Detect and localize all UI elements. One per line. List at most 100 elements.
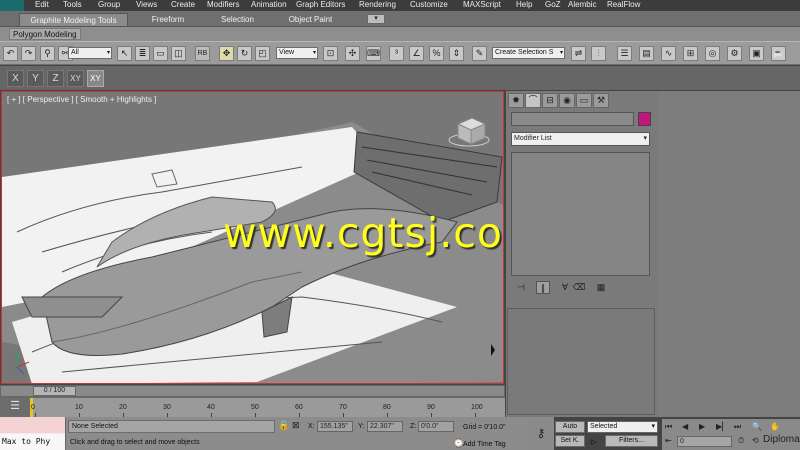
- manipulate-icon[interactable]: ✣: [345, 46, 360, 61]
- next-frame-icon[interactable]: ▶▏: [716, 422, 728, 431]
- select-object-icon[interactable]: ↖: [117, 46, 132, 61]
- pin-stack-icon[interactable]: ⊣: [514, 281, 528, 294]
- zoom-icon[interactable]: 🔍: [752, 422, 762, 431]
- key-filter-select[interactable]: Selected ▾: [587, 421, 658, 433]
- tab-object-paint[interactable]: Object Paint: [280, 13, 341, 26]
- rendered-frame-icon[interactable]: ▣: [749, 46, 764, 61]
- pivot-icon[interactable]: ⊡: [323, 46, 338, 61]
- render-setup-icon[interactable]: ⚙: [727, 46, 742, 61]
- absolute-mode-icon[interactable]: ⊠: [292, 420, 300, 431]
- make-unique-icon[interactable]: ∀: [558, 281, 572, 294]
- tab-graphite-modeling-tools[interactable]: Graphite Modeling Tools: [19, 13, 128, 26]
- render-icon[interactable]: ☕: [771, 46, 786, 61]
- material-editor-icon[interactable]: ◎: [705, 46, 720, 61]
- snap-toggle-icon[interactable]: ³: [389, 46, 404, 61]
- axis-x-button[interactable]: X: [7, 70, 24, 87]
- ribbon-options-dropdown[interactable]: ▾: [367, 14, 385, 24]
- maxscript-output-line[interactable]: [0, 417, 65, 433]
- viewcube-icon[interactable]: [448, 117, 490, 147]
- axis-y-button[interactable]: Y: [27, 70, 44, 87]
- motion-tab-icon[interactable]: ◉: [559, 93, 575, 108]
- undo-icon[interactable]: ↶: [3, 46, 18, 61]
- utilities-tab-icon[interactable]: ⚒: [593, 93, 609, 108]
- perspective-viewport[interactable]: [ + ] [ Perspective ] [ Smooth + Highlig…: [1, 91, 504, 384]
- angle-snap-icon[interactable]: ∠: [409, 46, 424, 61]
- current-frame-field[interactable]: 0: [677, 436, 732, 447]
- viewport-label[interactable]: [ + ] [ Perspective ] [ Smooth + Highlig…: [7, 95, 156, 104]
- menu-item-edit[interactable]: Edit: [35, 0, 49, 10]
- pan-icon[interactable]: ✋: [770, 422, 780, 431]
- orbit-icon[interactable]: ⟲: [752, 436, 759, 445]
- keyboard-shortcut-icon[interactable]: ⌨: [366, 46, 381, 61]
- modifier-list-dropdown[interactable]: Modifier List ▾: [511, 132, 650, 146]
- play-icon[interactable]: ▶: [699, 422, 705, 431]
- time-config-icon[interactable]: ⏱: [738, 436, 744, 446]
- go-to-start-icon[interactable]: ⏮: [665, 422, 672, 432]
- rb-icon[interactable]: RB: [195, 46, 210, 61]
- link-icon[interactable]: ⚲: [40, 46, 55, 61]
- edit-named-selection-icon[interactable]: ✎: [472, 46, 487, 61]
- scale-icon[interactable]: ◰: [255, 46, 270, 61]
- y-coord-field[interactable]: 22.307": [367, 421, 403, 432]
- curve-editor-icon[interactable]: ∿: [661, 46, 676, 61]
- app-logo-icon[interactable]: [0, 0, 24, 11]
- selection-lock-icon[interactable]: 🔒: [278, 420, 289, 431]
- select-by-name-icon[interactable]: ≣: [135, 46, 150, 61]
- menu-item-group[interactable]: Group: [98, 0, 120, 10]
- ribbon-panel-label[interactable]: Polygon Modeling: [9, 28, 81, 40]
- menu-item-maxscript[interactable]: MAXScript: [463, 0, 501, 10]
- menu-item-animation[interactable]: Animation: [251, 0, 287, 10]
- key-filters-button[interactable]: Filters...: [605, 435, 658, 447]
- track-bar-toggle-icon[interactable]: ☰: [0, 397, 30, 417]
- rotate-icon[interactable]: ↻: [237, 46, 252, 61]
- spinner-snap-icon[interactable]: ⇕: [449, 46, 464, 61]
- move-icon[interactable]: ✥: [219, 46, 234, 61]
- set-key-button[interactable]: Set K.: [555, 435, 585, 447]
- key-mode-icon[interactable]: ⊳: [590, 437, 598, 448]
- menu-item-create[interactable]: Create: [171, 0, 195, 10]
- maxscript-mini-listener[interactable]: Max to Phy: [0, 417, 65, 450]
- previous-frame-icon[interactable]: ◀: [682, 422, 688, 431]
- mirror-icon[interactable]: ⇌: [571, 46, 586, 61]
- align-icon[interactable]: ⫶: [591, 46, 606, 61]
- selection-filter-select[interactable]: All ▾: [68, 47, 112, 59]
- modify-tab-icon[interactable]: ⌒: [525, 93, 541, 108]
- percent-snap-icon[interactable]: %: [429, 46, 444, 61]
- menu-item-realflow[interactable]: RealFlow: [607, 0, 640, 10]
- tab-selection[interactable]: Selection: [210, 13, 265, 26]
- schematic-view-icon[interactable]: ⊞: [683, 46, 698, 61]
- axis-xy-planes-button[interactable]: XY: [87, 70, 104, 87]
- menu-item-modifiers[interactable]: Modifiers: [207, 0, 239, 10]
- menu-item-alembic[interactable]: Alembic: [568, 0, 596, 10]
- tab-freeform[interactable]: Freeform: [140, 13, 196, 26]
- reference-coord-select[interactable]: View ▾: [276, 47, 318, 59]
- modifier-stack[interactable]: [511, 152, 650, 276]
- layer-manager-icon[interactable]: ☰: [617, 46, 632, 61]
- menu-item-help[interactable]: Help: [516, 0, 532, 10]
- object-color-swatch[interactable]: [638, 112, 651, 126]
- track-bar[interactable]: 0 10 20 30 40 50 60 70 80 90 100: [30, 397, 505, 418]
- x-coord-field[interactable]: 155.135": [317, 421, 353, 432]
- menu-item-graph-editors[interactable]: Graph Editors: [296, 0, 345, 10]
- axis-z-button[interactable]: Z: [47, 70, 64, 87]
- axis-xy-button[interactable]: XY: [67, 70, 84, 87]
- auto-key-button[interactable]: Auto: [555, 421, 585, 433]
- key-mode-toggle-icon[interactable]: ⇤: [665, 436, 672, 445]
- hierarchy-tab-icon[interactable]: ⊟: [542, 93, 558, 108]
- time-slider-thumb[interactable]: 0 / 100: [33, 386, 76, 396]
- display-tab-icon[interactable]: ▭: [576, 93, 592, 108]
- window-crossing-icon[interactable]: ◫: [171, 46, 186, 61]
- remove-modifier-icon[interactable]: ⌫: [572, 281, 586, 294]
- rect-region-icon[interactable]: ▭: [153, 46, 168, 61]
- menu-item-rendering[interactable]: Rendering: [359, 0, 396, 10]
- go-to-end-icon[interactable]: ⏭: [734, 422, 741, 432]
- ribbon-toggle-icon[interactable]: ▤: [639, 46, 654, 61]
- configure-modifier-sets-icon[interactable]: ▦: [594, 281, 608, 294]
- menu-item-customize[interactable]: Customize: [410, 0, 448, 10]
- z-coord-field[interactable]: 0'0.0": [418, 421, 454, 432]
- show-end-result-icon[interactable]: ∥: [536, 281, 550, 294]
- maxscript-input-line[interactable]: Max to Phy: [0, 434, 65, 450]
- menu-item-views[interactable]: Views: [136, 0, 157, 10]
- create-tab-icon[interactable]: ✹: [508, 93, 524, 108]
- menu-item-tools[interactable]: Tools: [63, 0, 82, 10]
